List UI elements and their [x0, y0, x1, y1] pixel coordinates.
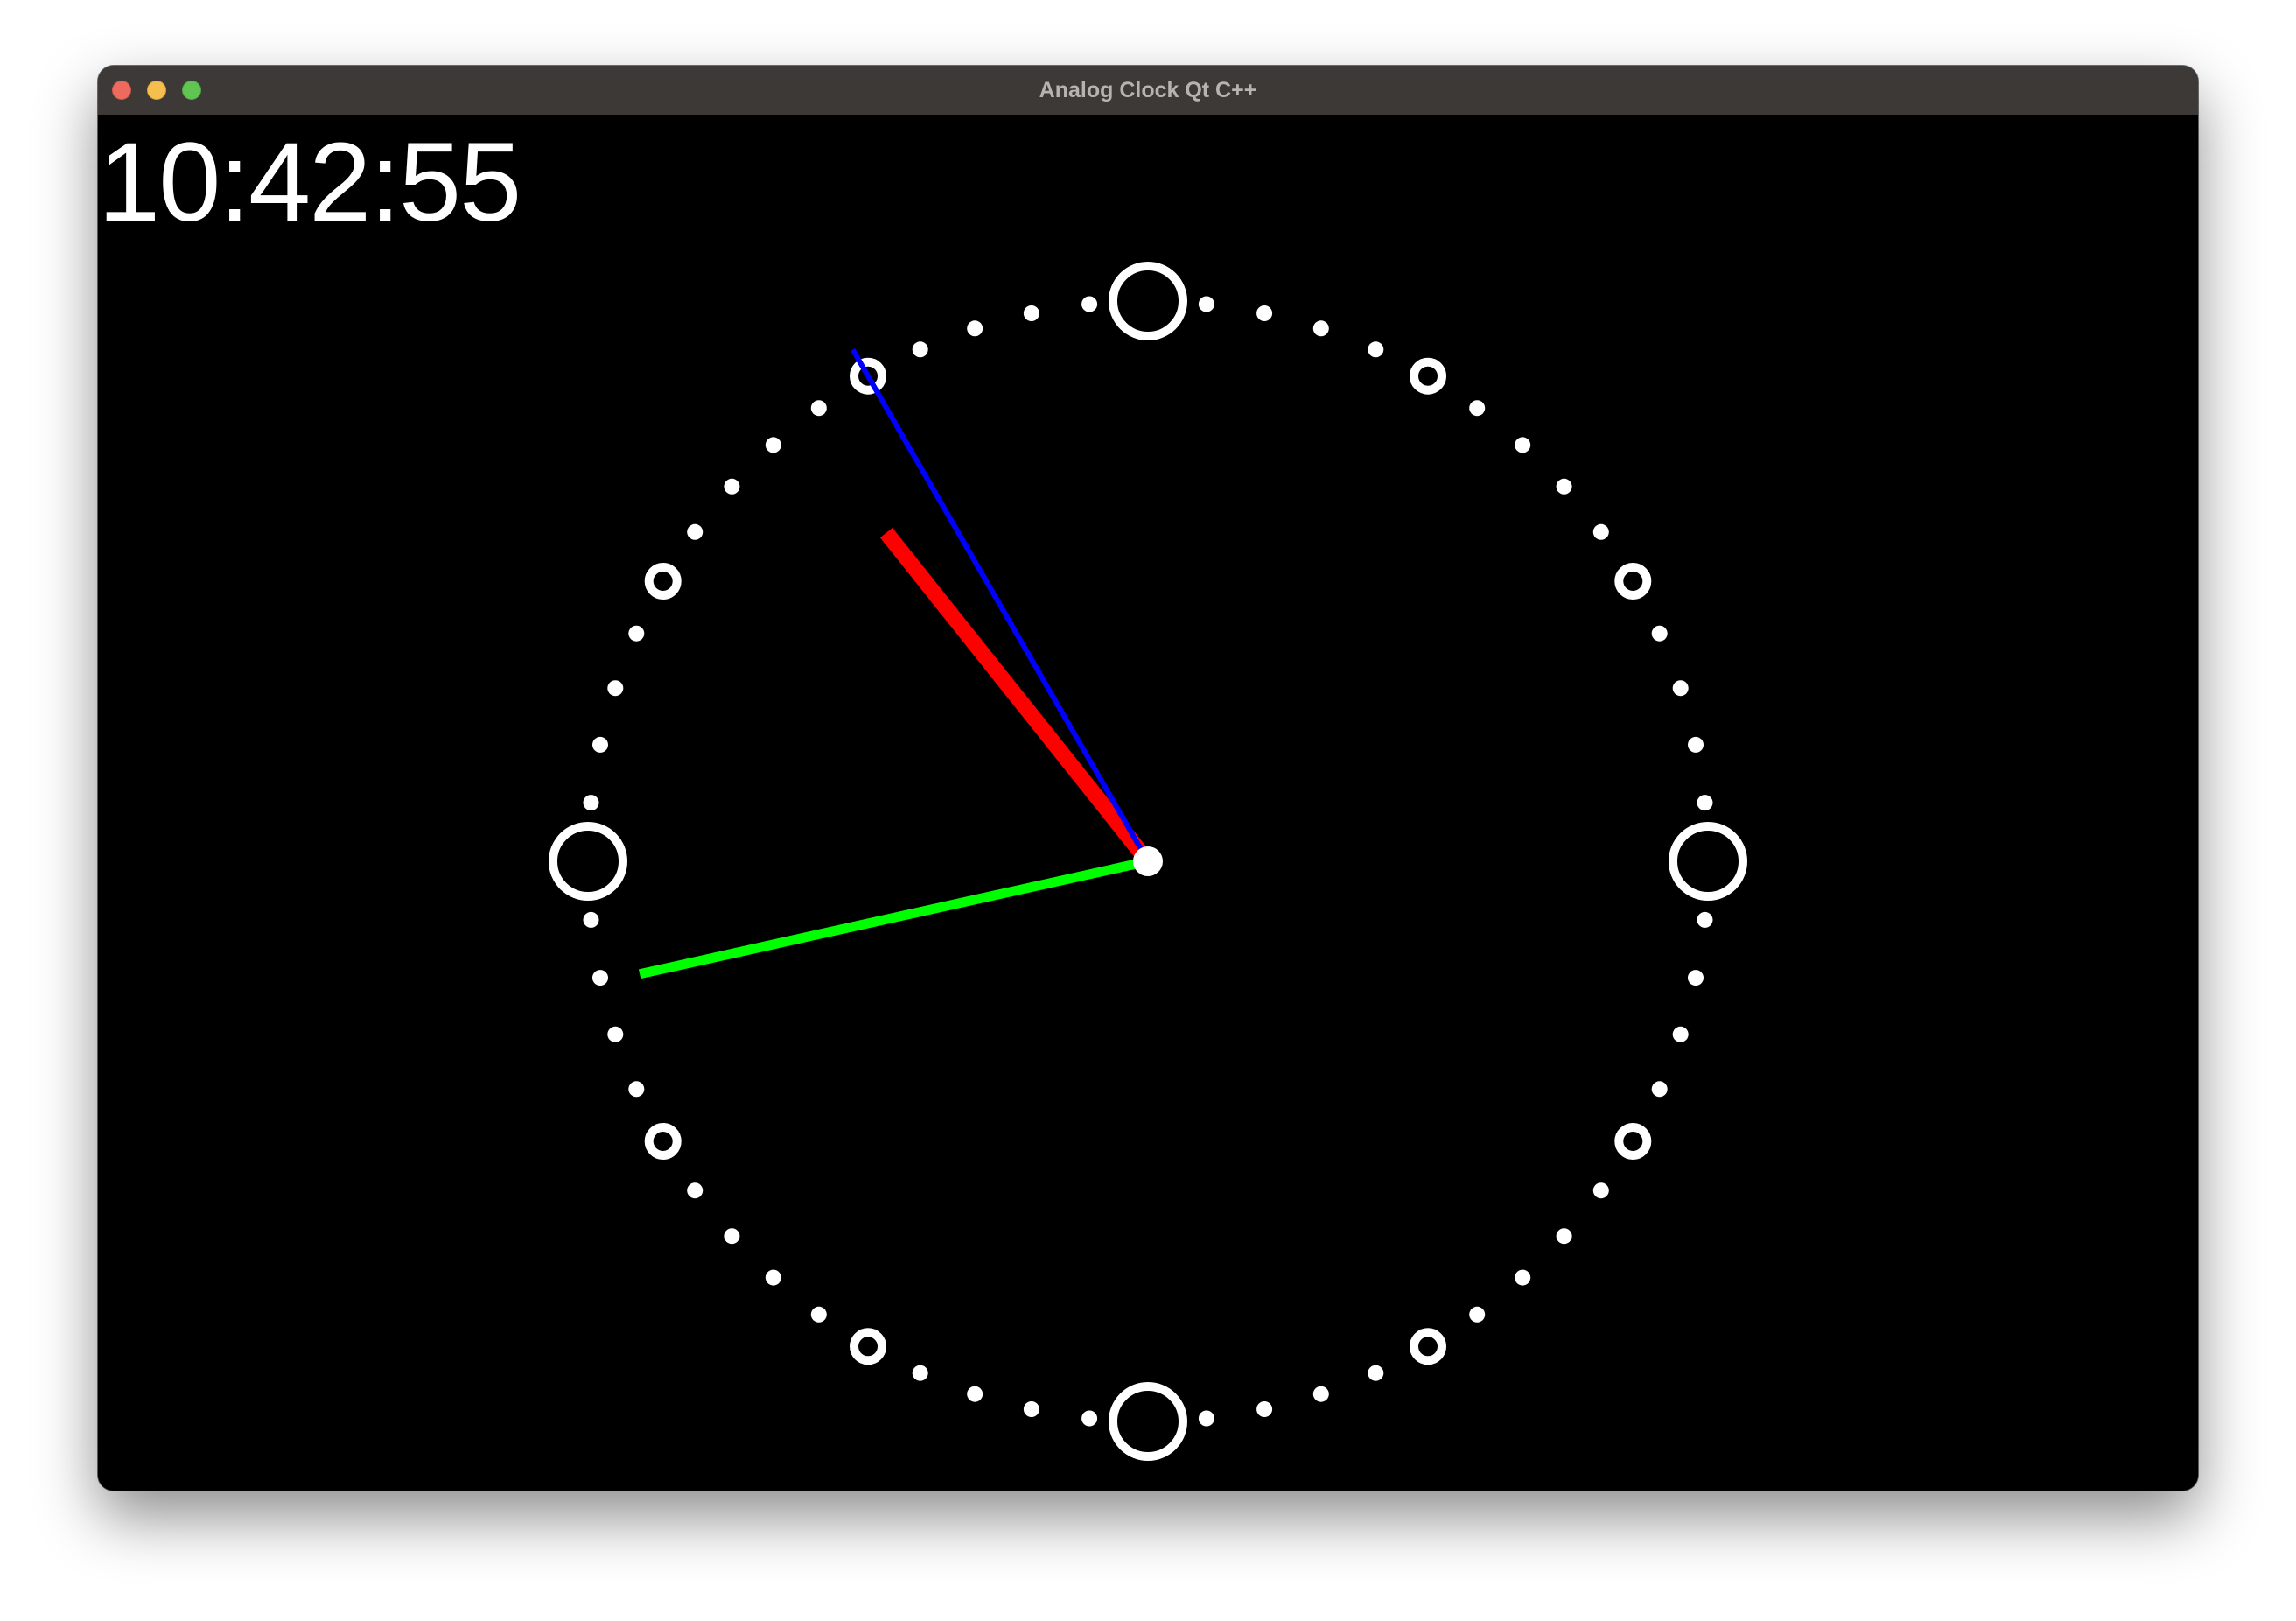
analog-clock-face: [549, 262, 1747, 1461]
hour-marker: [644, 563, 682, 600]
minute-marker: [592, 970, 608, 986]
minute-marker: [607, 1026, 624, 1042]
minute-marker: [765, 437, 781, 453]
quarter-hour-marker: [1109, 262, 1187, 340]
center-cap: [1133, 846, 1163, 876]
minute-marker: [1312, 1386, 1329, 1402]
minute-marker: [1672, 680, 1689, 697]
clock-canvas: 10:42:55: [98, 115, 2198, 1491]
minute-marker: [1515, 1269, 1531, 1286]
quarter-hour-marker: [1669, 822, 1747, 901]
minute-marker: [628, 625, 645, 642]
title-bar[interactable]: Analog Clock Qt C++: [98, 66, 2198, 116]
minute-marker: [724, 1228, 740, 1245]
minute-marker: [1515, 437, 1531, 453]
hour-marker: [644, 1123, 682, 1160]
minute-marker: [810, 400, 827, 417]
minute-marker: [1592, 523, 1609, 540]
minute-marker: [1082, 296, 1098, 312]
minute-marker: [1688, 736, 1704, 753]
minute-marker: [810, 1306, 827, 1323]
minute-hand: [638, 856, 1150, 979]
minute-marker: [1368, 1365, 1384, 1381]
hour-marker: [850, 1328, 886, 1365]
minute-marker: [1688, 970, 1704, 986]
minute-marker: [592, 736, 608, 753]
window-title: Analog Clock Qt C++: [1039, 78, 1257, 102]
second-hand: [850, 347, 1151, 863]
minute-marker: [1469, 1306, 1486, 1323]
minute-marker: [1697, 795, 1713, 811]
minute-marker: [687, 523, 704, 540]
minute-marker: [1697, 911, 1713, 928]
minute-marker: [1469, 400, 1486, 417]
minute-marker: [607, 680, 624, 697]
minute-marker: [1023, 305, 1040, 321]
minute-marker: [1368, 341, 1384, 358]
digital-time-readout: 10:42:55: [98, 120, 522, 245]
app-window: Analog Clock Qt C++ 10:42:55: [98, 66, 2198, 1491]
minute-marker: [1256, 1401, 1273, 1417]
minute-marker: [687, 1182, 704, 1199]
minute-marker: [1592, 1182, 1609, 1199]
minute-marker: [583, 911, 599, 928]
minute-marker: [765, 1269, 781, 1286]
quarter-hour-marker: [1109, 1382, 1187, 1461]
minute-marker: [628, 1081, 645, 1098]
minute-marker: [1651, 625, 1668, 642]
minute-marker: [1556, 1228, 1572, 1245]
minute-marker: [912, 341, 928, 358]
hour-marker: [1614, 1123, 1652, 1160]
minute-marker: [1312, 320, 1329, 337]
minute-marker: [967, 1386, 984, 1402]
minute-marker: [1082, 1410, 1098, 1427]
minute-marker: [724, 478, 740, 495]
minute-marker: [1556, 478, 1572, 495]
minute-marker: [1651, 1081, 1668, 1098]
minute-marker: [967, 320, 984, 337]
minute-marker: [1672, 1026, 1689, 1042]
minute-marker: [1198, 296, 1214, 312]
hour-hand: [879, 527, 1155, 867]
minute-marker: [912, 1365, 928, 1381]
hour-marker: [1614, 563, 1652, 600]
minute-marker: [1198, 1410, 1214, 1427]
minute-marker: [1256, 305, 1273, 321]
hour-marker: [1410, 1328, 1446, 1365]
minute-marker: [583, 795, 599, 811]
quarter-hour-marker: [549, 822, 627, 901]
hour-marker: [1410, 357, 1446, 395]
minute-marker: [1023, 1401, 1040, 1417]
